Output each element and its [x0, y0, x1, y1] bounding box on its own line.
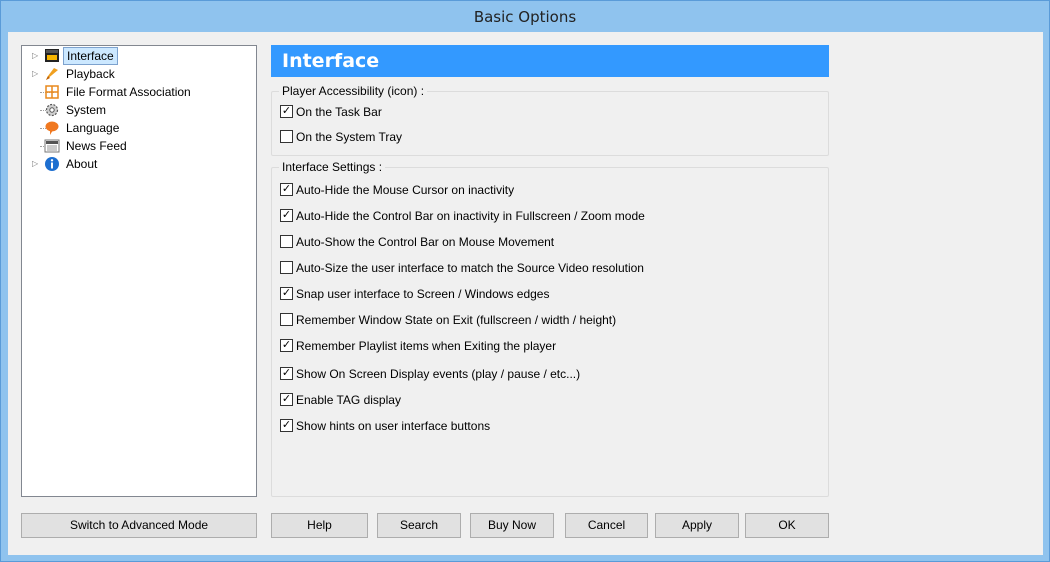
tree-item-news-feed[interactable]: News Feed: [22, 137, 256, 155]
expand-arrow-icon[interactable]: ▷: [32, 65, 42, 83]
expand-arrow-icon[interactable]: ▷: [32, 47, 42, 65]
help-button[interactable]: Help: [271, 513, 368, 538]
play-arrow-icon: [46, 68, 58, 80]
category-tree[interactable]: ▷ Interface ▷ Playback File Format Assoc…: [21, 45, 257, 497]
news-icon: [44, 139, 60, 153]
tree-item-label: Playback: [66, 67, 115, 81]
group-title: Player Accessibility (icon) :: [279, 83, 428, 99]
group-title: Interface Settings :: [279, 159, 386, 175]
buy-now-button[interactable]: Buy Now: [470, 513, 554, 538]
checkbox-task-bar[interactable]: ✓ On the Task Bar: [280, 105, 382, 121]
checkbox-box[interactable]: [280, 130, 293, 144]
gear-icon: [45, 103, 59, 117]
checkbox-show-hints[interactable]: ✓ Show hints on user interface buttons: [280, 419, 490, 435]
window-title: Basic Options: [473, 8, 577, 26]
checkbox-auto-hide-cursor[interactable]: ✓ Auto-Hide the Mouse Cursor on inactivit…: [280, 183, 514, 199]
info-icon: [45, 157, 59, 171]
accessibility-group: Player Accessibility (icon) : ✓ On the Ta…: [271, 83, 829, 156]
tree-item-about[interactable]: ▷ About: [22, 155, 256, 173]
tree-item-playback[interactable]: ▷ Playback: [22, 65, 256, 83]
ok-button[interactable]: OK: [745, 513, 829, 538]
search-button[interactable]: Search: [377, 513, 461, 538]
tree-item-label: Language: [66, 121, 120, 135]
cancel-button[interactable]: Cancel: [565, 513, 648, 538]
checkbox-snap-interface[interactable]: ✓ Snap user interface to Screen / Windows…: [280, 287, 549, 303]
tree-item-file-format-association[interactable]: File Format Association: [22, 83, 256, 101]
checkbox-show-osd-events[interactable]: ✓ Show On Screen Display events (play / p…: [280, 367, 580, 383]
apply-button[interactable]: Apply: [655, 513, 739, 538]
checkbox-remember-playlist[interactable]: ✓ Remember Playlist items when Exiting th…: [280, 339, 556, 355]
tree-item-label: System: [66, 103, 107, 117]
tree-item-label: Interface: [63, 47, 118, 65]
interface-settings-group: Interface Settings : ✓ Auto-Hide the Mous…: [271, 159, 829, 497]
checkbox-auto-size-interface[interactable]: Auto-Size the user interface to match th…: [280, 261, 644, 277]
checkbox-system-tray[interactable]: On the System Tray: [280, 130, 402, 146]
options-window: Basic Options ▷ Interface ▷ Playback Fil…: [0, 0, 1050, 562]
expand-arrow-icon[interactable]: ▷: [32, 155, 42, 173]
tree-item-system[interactable]: System: [22, 101, 256, 119]
tree-item-label: About: [66, 157, 98, 171]
checkbox-remember-window-state[interactable]: Remember Window State on Exit (fullscree…: [280, 313, 616, 329]
tree-item-interface[interactable]: ▷ Interface: [22, 47, 256, 65]
monitor-icon: [45, 49, 59, 62]
file-association-icon: [45, 85, 59, 99]
tree-item-language[interactable]: Language: [22, 119, 256, 137]
checkbox-auto-hide-control-bar[interactable]: ✓ Auto-Hide the Control Bar on inactivity…: [280, 209, 645, 225]
client-area: ▷ Interface ▷ Playback File Format Assoc…: [8, 32, 1043, 555]
checkbox-auto-show-control-bar[interactable]: Auto-Show the Control Bar on Mouse Movem…: [280, 235, 554, 251]
tree-item-label: News Feed: [66, 139, 127, 153]
panel-title: Interface: [271, 45, 829, 77]
speech-bubble-icon: [45, 121, 59, 135]
switch-advanced-mode-button[interactable]: Switch to Advanced Mode: [21, 513, 257, 538]
tree-item-label: File Format Association: [66, 85, 191, 99]
checkbox-enable-tag-display[interactable]: ✓ Enable TAG display: [280, 393, 401, 409]
checkbox-box[interactable]: ✓: [280, 105, 293, 119]
